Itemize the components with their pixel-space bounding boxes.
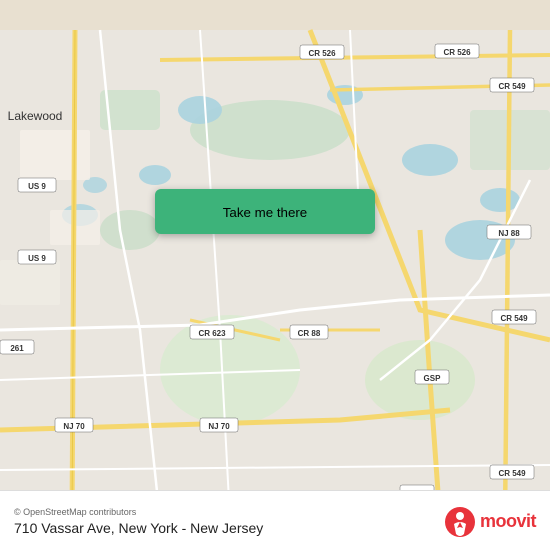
info-bar: © OpenStreetMap contributors 710 Vassar … bbox=[0, 490, 550, 550]
svg-text:CR 526: CR 526 bbox=[308, 49, 336, 58]
moovit-text: moovit bbox=[480, 511, 536, 532]
svg-text:US 9: US 9 bbox=[28, 182, 46, 191]
moovit-icon bbox=[444, 506, 476, 538]
moovit-logo: moovit bbox=[444, 506, 536, 538]
svg-text:CR 88: CR 88 bbox=[298, 329, 321, 338]
osm-credit: © OpenStreetMap contributors bbox=[14, 507, 263, 517]
svg-text:NJ 70: NJ 70 bbox=[208, 422, 230, 431]
svg-text:261: 261 bbox=[10, 344, 24, 353]
svg-text:CR 549: CR 549 bbox=[500, 314, 528, 323]
svg-text:GSP: GSP bbox=[424, 374, 442, 383]
info-left: © OpenStreetMap contributors 710 Vassar … bbox=[14, 507, 263, 536]
svg-text:US 9: US 9 bbox=[28, 254, 46, 263]
svg-text:NJ 88: NJ 88 bbox=[498, 229, 520, 238]
map-background: US 9 US 9 CR 526 CR 526 CR 549 NJ 88 CR … bbox=[0, 0, 550, 550]
svg-text:CR 526: CR 526 bbox=[443, 48, 471, 57]
svg-text:Lakewood: Lakewood bbox=[8, 109, 63, 123]
address-text: 710 Vassar Ave, New York - New Jersey bbox=[14, 520, 263, 536]
take-me-there-button[interactable]: Take me there bbox=[155, 189, 375, 234]
svg-text:CR 549: CR 549 bbox=[498, 82, 526, 91]
svg-text:CR 549: CR 549 bbox=[498, 469, 526, 478]
svg-text:NJ 70: NJ 70 bbox=[63, 422, 85, 431]
svg-text:CR 623: CR 623 bbox=[198, 329, 226, 338]
map-container: US 9 US 9 CR 526 CR 526 CR 549 NJ 88 CR … bbox=[0, 0, 550, 550]
